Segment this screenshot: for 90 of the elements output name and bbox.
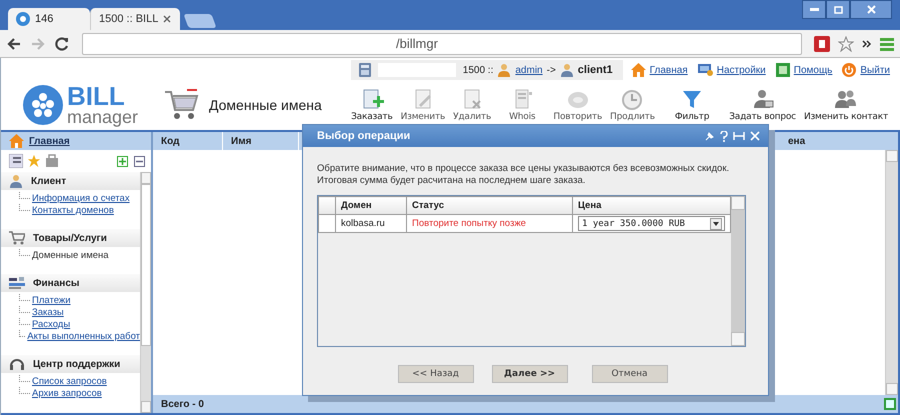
menu-group-header[interactable]: Товары/Услуги xyxy=(1,229,140,247)
collapse-icon[interactable] xyxy=(134,156,145,166)
back-icon[interactable] xyxy=(6,36,22,52)
contacts-icon xyxy=(832,88,859,110)
menu-item[interactable]: Контакты доменов xyxy=(32,204,114,216)
power-icon[interactable] xyxy=(842,63,856,77)
help-icon[interactable] xyxy=(776,63,790,77)
admin-icon xyxy=(497,63,512,77)
close-icon[interactable] xyxy=(163,15,172,23)
nav-link[interactable]: Помощь xyxy=(794,64,832,76)
toolbar-button[interactable]: Изменить контакт xyxy=(802,88,890,122)
column-header[interactable]: Имя xyxy=(223,132,299,150)
menu-item[interactable]: Расходы xyxy=(32,318,70,330)
browser-tab[interactable]: 146 xyxy=(8,8,90,30)
headset-icon xyxy=(9,357,25,371)
session-id: 1500 :: xyxy=(462,64,494,76)
dialog-button[interactable]: Отмена xyxy=(592,365,668,383)
menu-group-header[interactable]: Центр поддержки xyxy=(1,355,140,373)
scrollbar[interactable] xyxy=(885,150,898,395)
home-icon[interactable] xyxy=(9,134,24,148)
close-window-button[interactable] xyxy=(850,0,892,19)
dialog-button[interactable]: Далее >> xyxy=(492,365,568,383)
arrow-text: -> xyxy=(546,64,556,76)
expand-icon[interactable] xyxy=(117,156,128,166)
forward-icon[interactable] xyxy=(30,36,46,52)
client-icon xyxy=(560,63,574,77)
star-icon[interactable] xyxy=(27,154,41,168)
menu-group-header[interactable]: Клиент xyxy=(1,172,140,190)
menu-item[interactable]: Архив запросов xyxy=(32,388,102,398)
cart-icon xyxy=(163,88,199,122)
column-header[interactable]: Домен xyxy=(336,196,406,214)
domain-cell: kolbasa.ru xyxy=(336,214,406,232)
toolbar-button[interactable]: Фильтр xyxy=(672,88,712,122)
chevron-icon[interactable] xyxy=(862,38,872,48)
tab-title: 1500 :: BILL xyxy=(99,13,158,25)
total-count: Всего - 0 xyxy=(161,398,204,410)
scrollbar[interactable] xyxy=(140,172,151,413)
maximize-button[interactable] xyxy=(826,0,850,19)
user-link[interactable]: admin xyxy=(515,64,543,76)
finance-icon xyxy=(9,276,25,290)
logo-subtitle: manager xyxy=(67,108,138,125)
address-field[interactable]: /billmgr xyxy=(82,32,802,54)
logo-icon xyxy=(23,85,63,125)
column-header[interactable]: Цена xyxy=(572,196,730,214)
tree-view-icon[interactable] xyxy=(9,154,23,168)
help-icon[interactable] xyxy=(720,130,728,142)
favicon-icon xyxy=(16,12,30,26)
status-cell: Повторите попытку позже xyxy=(406,214,572,232)
calculator-icon[interactable] xyxy=(358,63,371,77)
new-tab-button[interactable] xyxy=(183,14,217,28)
menu-group-header[interactable]: Финансы xyxy=(1,274,140,292)
dialog-button[interactable]: << Назад xyxy=(398,365,474,383)
toolbar-button[interactable]: Заказать xyxy=(349,88,395,122)
scrollbar[interactable] xyxy=(731,196,745,346)
pin-icon[interactable] xyxy=(705,131,715,141)
briefcase-icon[interactable] xyxy=(45,154,59,168)
caret-icon[interactable] xyxy=(713,222,719,226)
menu-item[interactable]: Заказы xyxy=(32,306,64,318)
menu-item[interactable]: Список запросов xyxy=(32,376,107,386)
export-icon[interactable] xyxy=(884,398,896,410)
nav-link[interactable]: Главная xyxy=(650,64,688,76)
column-header[interactable]: ена xyxy=(788,132,898,150)
tab-title: 146 xyxy=(35,13,54,25)
cart-icon xyxy=(9,231,25,245)
browser-tab[interactable]: 1500 :: BILL xyxy=(90,8,180,30)
person-icon xyxy=(9,174,23,188)
home-link[interactable]: Главная xyxy=(29,136,70,146)
notice-text: Обратите внимание, что в процессе заказа все цены указываются без всевозможных скидок. Итоговая сумма будет расчитана на последнем шаге заказа. xyxy=(317,163,730,187)
logo-text: BILL xyxy=(67,85,126,109)
client-name: client1 xyxy=(578,64,613,76)
menu-item[interactable]: Платежи xyxy=(32,294,71,306)
toolbar-button[interactable]: Задать вопрос xyxy=(727,88,798,122)
menu-item[interactable]: Акты выполненных работ xyxy=(27,330,140,342)
star-icon[interactable] xyxy=(838,36,854,52)
price-dropdown[interactable]: 1 year 350.0000 RUB xyxy=(578,216,725,231)
page-title: Доменные имена xyxy=(209,97,322,113)
menu-item[interactable]: Информация о счетах xyxy=(32,192,130,204)
nav-link[interactable]: Настройки xyxy=(716,64,766,76)
menu-icon[interactable] xyxy=(880,36,894,50)
settings-icon[interactable] xyxy=(698,63,713,77)
extension-icon[interactable] xyxy=(814,36,830,52)
resize-icon[interactable] xyxy=(733,131,745,141)
column-header[interactable]: Код xyxy=(153,132,223,150)
column-header[interactable]: Статус xyxy=(406,196,572,214)
nav-link[interactable]: Выйти xyxy=(860,64,890,76)
reload-icon[interactable] xyxy=(54,36,70,52)
dialog-title: Выбор операции xyxy=(317,130,410,142)
menu-item[interactable]: Доменные имена xyxy=(32,250,109,260)
home-icon[interactable] xyxy=(630,63,646,77)
minimize-button[interactable] xyxy=(802,0,826,19)
